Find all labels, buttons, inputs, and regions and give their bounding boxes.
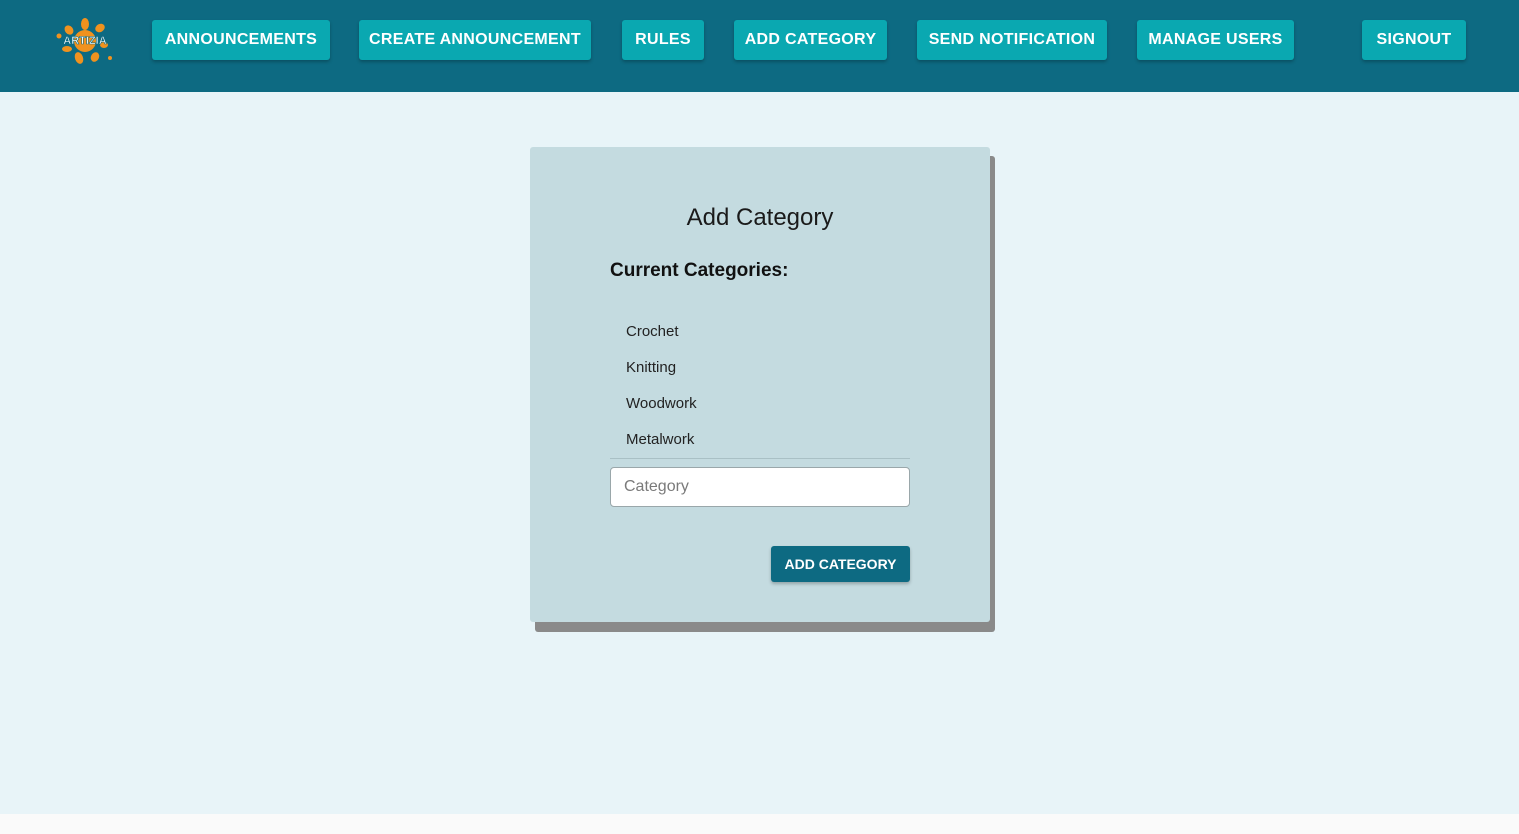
splash-flower-logo-icon: ARTIZIA	[56, 18, 112, 64]
card-title: Add Category	[686, 204, 834, 231]
top-navigation-bar: ARTIZIA ANNOUNCEMENTS CREATE ANNOUNCEMEN…	[0, 0, 1519, 92]
artizia-logo[interactable]: ARTIZIA	[54, 18, 116, 66]
nav-create-announcement-button[interactable]: CREATE ANNOUNCEMENT	[359, 20, 591, 60]
nav-signout-button[interactable]: SIGNOUT	[1362, 20, 1466, 60]
add-category-submit-button[interactable]: ADD CATEGORY	[771, 546, 910, 582]
list-divider	[610, 458, 910, 459]
nav-rules-button[interactable]: RULES	[622, 20, 704, 60]
category-list-item: Crochet	[626, 323, 679, 340]
nav-send-notification-button[interactable]: SEND NOTIFICATION	[917, 20, 1107, 60]
nav-announcements-button[interactable]: ANNOUNCEMENTS	[152, 20, 330, 60]
current-categories-heading: Current Categories:	[610, 260, 789, 281]
category-list-item: Knitting	[626, 359, 677, 376]
category-list-item: Metalwork	[626, 431, 695, 448]
category-list: Crochet Knitting Woodwork Metalwork	[610, 314, 910, 458]
category-list-item: Woodwork	[626, 395, 697, 412]
logo-text: ARTIZIA	[63, 35, 106, 47]
nav-manage-users-button[interactable]: MANAGE USERS	[1137, 20, 1294, 60]
add-category-card: Add Category Current Categories: Crochet…	[530, 147, 990, 622]
footer-strip	[0, 814, 1519, 834]
category-input[interactable]	[610, 467, 910, 507]
nav-add-category-button[interactable]: ADD CATEGORY	[734, 20, 887, 60]
